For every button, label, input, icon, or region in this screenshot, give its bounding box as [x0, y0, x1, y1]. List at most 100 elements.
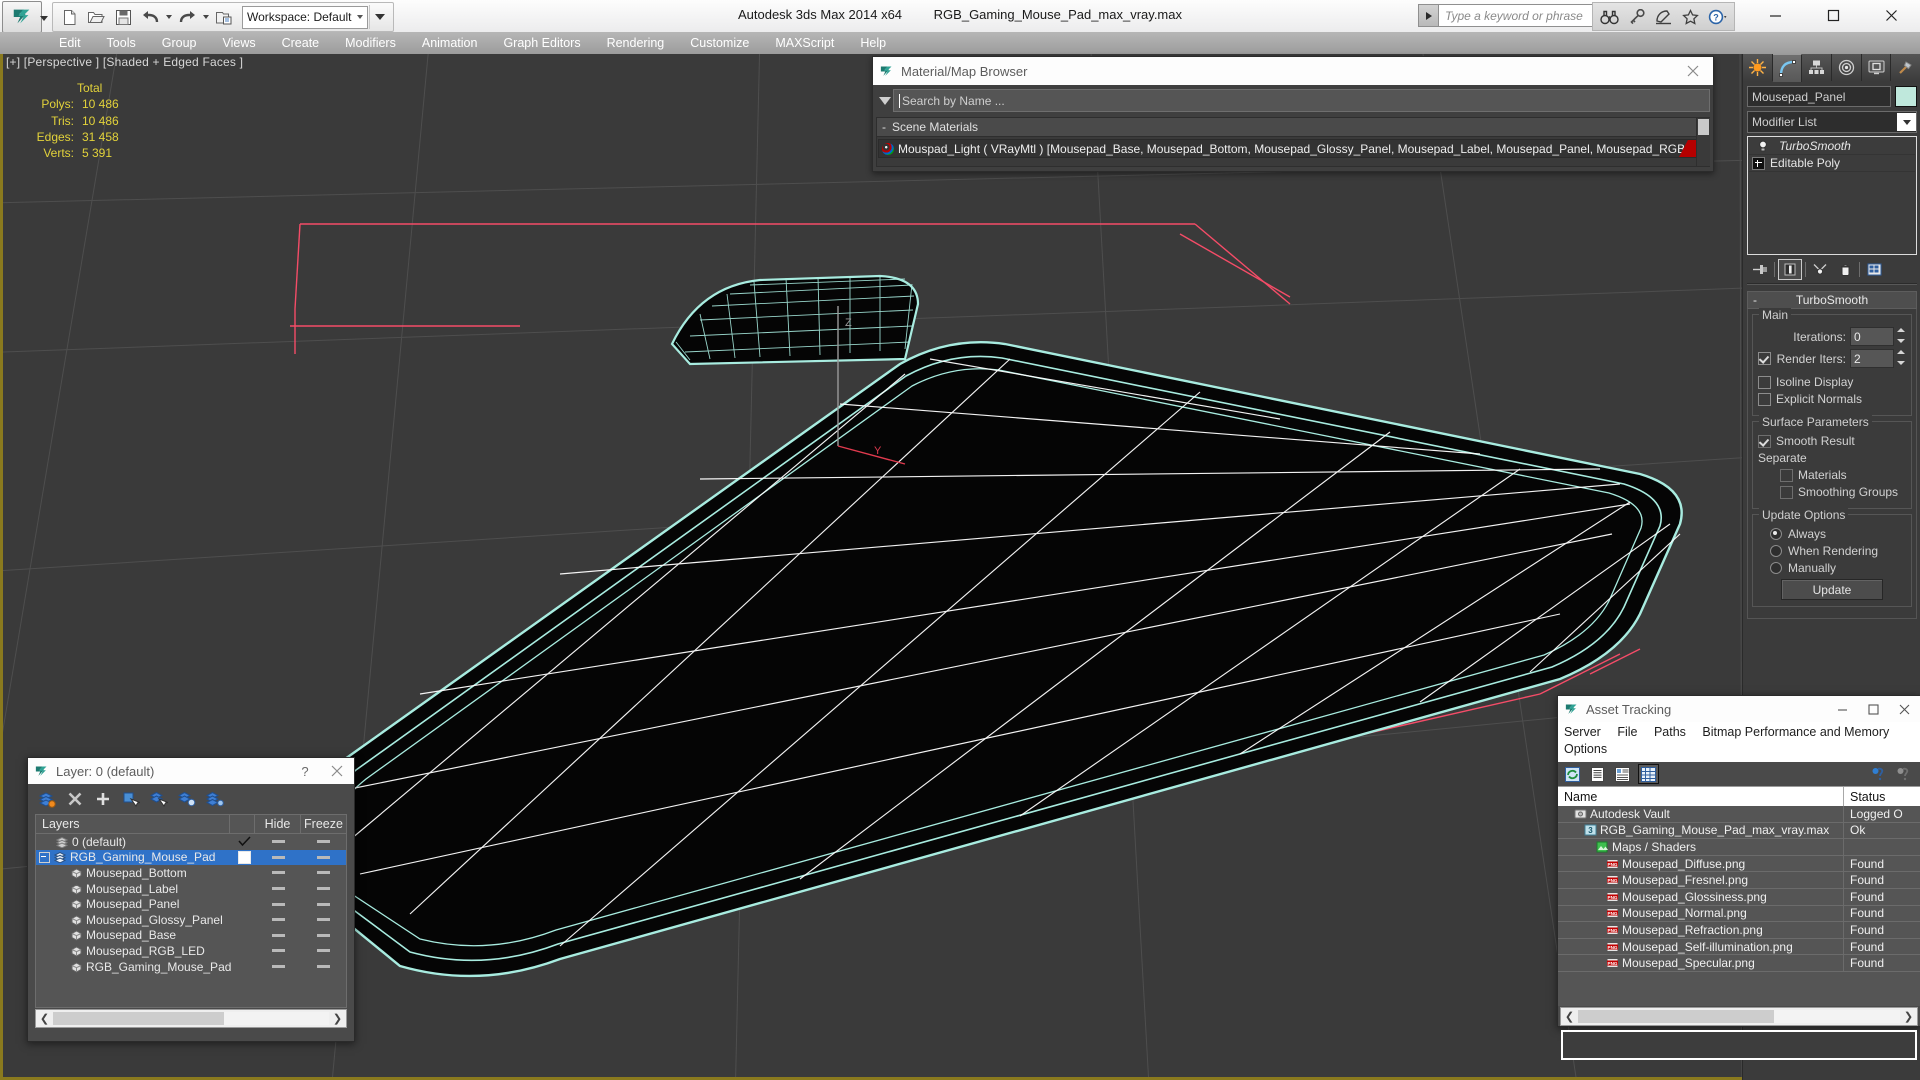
maximize-button[interactable] [1804, 0, 1862, 31]
application-menu-caret-icon[interactable] [40, 16, 48, 21]
help-question-icon[interactable]: ? [1705, 5, 1730, 28]
layer-hide-cell[interactable] [256, 918, 301, 922]
favorites-star-icon[interactable] [1678, 5, 1703, 28]
scroll-left-icon[interactable]: ❮ [1561, 1010, 1578, 1023]
refresh-icon[interactable] [1563, 765, 1582, 783]
remove-modifier-icon[interactable] [1834, 260, 1856, 279]
asset-tracking-dialog[interactable]: Asset Tracking Server File Paths Bitmap … [1557, 695, 1920, 1060]
layer-hide-cell[interactable] [256, 902, 301, 906]
iterations-spinner-buttons[interactable] [1895, 327, 1906, 344]
separate-smoothing-groups-checkbox[interactable] [1780, 485, 1793, 499]
scrollbar-thumb[interactable] [1578, 1010, 1775, 1023]
asset-tracking-titlebar[interactable]: Asset Tracking [1558, 696, 1920, 722]
list-item[interactable]: Mousepad_RGB_LED [36, 943, 346, 959]
material-list-item[interactable]: Mouspad_Light ( VRayMtl ) [Mousepad_Base… [878, 139, 1708, 158]
collapse-minus-icon[interactable] [39, 851, 50, 863]
grid-view-icon[interactable] [1638, 764, 1659, 784]
show-end-result-icon[interactable] [1778, 258, 1802, 280]
layer-hide-cell[interactable] [256, 933, 301, 937]
menu-item-help[interactable]: Help [847, 32, 899, 54]
layer-hide-cell[interactable] [256, 887, 301, 891]
scrollbar-track[interactable] [53, 1012, 329, 1025]
iterations-value[interactable]: 0 [1850, 327, 1894, 346]
table-row[interactable]: PNG Mousepad_Self-illumination.png Found [1558, 938, 1920, 956]
layer-list[interactable]: Layers Hide Freeze 0 (default) RGB_Gamin… [35, 814, 347, 1008]
at-menu-options[interactable]: Options [1564, 742, 1607, 756]
column-header-name[interactable]: Name [1558, 787, 1844, 806]
menu-item-rendering[interactable]: Rendering [594, 32, 678, 54]
search-dropdown-icon[interactable] [1418, 4, 1438, 27]
set-project-folder-icon[interactable] [211, 4, 237, 30]
scrollbar-track[interactable] [1578, 1010, 1900, 1023]
asset-tracking-rows[interactable]: Autodesk Vault Logged O 3 RGB_Gaming_Mou… [1558, 806, 1920, 1006]
open-file-icon[interactable] [83, 4, 109, 30]
list-view-icon[interactable] [1588, 765, 1607, 783]
update-always-radio[interactable] [1770, 528, 1782, 540]
iterations-spinner[interactable]: 0 [1850, 327, 1906, 346]
current-layer-checkbox[interactable] [237, 850, 251, 864]
layer-properties-icon[interactable] [204, 789, 225, 810]
layer-hide-cell[interactable] [256, 949, 301, 953]
satellite-dish-icon[interactable] [1651, 5, 1676, 28]
column-header-layers[interactable]: Layers [36, 815, 229, 833]
application-menu-button[interactable] [2, 1, 42, 33]
table-row[interactable]: PNG Mousepad_Glossiness.png Found [1558, 888, 1920, 906]
menu-item-create[interactable]: Create [269, 32, 333, 54]
list-item[interactable]: Mousepad_Glossy_Panel [36, 912, 346, 928]
list-item[interactable]: Mousepad_Base [36, 928, 346, 944]
layer-freeze-cell[interactable] [301, 965, 346, 969]
scroll-left-icon[interactable]: ❮ [36, 1012, 53, 1025]
material-map-browser-dialog[interactable]: Material/Map Browser Search by Name ... … [872, 56, 1714, 172]
update-when-rendering-radio[interactable] [1770, 545, 1782, 557]
layer-freeze-cell[interactable] [301, 902, 346, 906]
material-map-browser-close-button[interactable] [1679, 59, 1707, 83]
object-color-swatch[interactable] [1895, 86, 1917, 107]
modifier-stack-item-turbosmooth[interactable]: TurboSmooth [1749, 138, 1915, 155]
layer-hide-cell[interactable] [256, 855, 301, 859]
list-item[interactable]: Mousepad_Bottom [36, 865, 346, 881]
set-current-layer-icon[interactable] [176, 789, 197, 810]
minimize-button[interactable] [1827, 696, 1858, 722]
redo-dropdown-caret-icon[interactable] [201, 5, 210, 29]
asset-tracking-horizontal-scrollbar[interactable]: ❮ ❯ [1560, 1007, 1918, 1026]
render-iters-checkbox[interactable] [1758, 352, 1771, 365]
help-remove-icon[interactable] [1896, 765, 1915, 783]
detail-view-icon[interactable] [1613, 765, 1632, 783]
workspace-dropdown-button[interactable] [369, 5, 390, 29]
rollout-collapse-icon[interactable]: - [1753, 293, 1757, 307]
smooth-result-row[interactable]: Smooth Result [1758, 434, 1906, 448]
modify-tab[interactable] [1772, 54, 1803, 82]
filter-dropdown-icon[interactable] [876, 89, 893, 112]
highlight-selected-objects-layer-icon[interactable] [148, 789, 169, 810]
material-search-input[interactable]: Search by Name ... [893, 89, 1710, 112]
isoline-display-row[interactable]: Isoline Display [1758, 375, 1906, 389]
minimize-button[interactable] [1746, 0, 1804, 31]
layer-dialog-help-button[interactable]: ? [290, 764, 320, 779]
material-list-scrollbar[interactable] [1696, 118, 1710, 166]
list-item[interactable]: 0 (default) [36, 834, 346, 850]
menu-item-maxscript[interactable]: MAXScript [762, 32, 847, 54]
maximize-button[interactable] [1858, 696, 1889, 722]
layer-hide-cell[interactable] [256, 871, 301, 875]
separate-materials-checkbox[interactable] [1780, 468, 1793, 482]
list-item[interactable]: Mousepad_Label [36, 881, 346, 897]
layer-current-cell[interactable] [232, 850, 256, 864]
new-file-icon[interactable] [56, 4, 82, 30]
update-option-always[interactable]: Always [1758, 527, 1906, 541]
layer-current-cell[interactable] [232, 836, 256, 847]
menu-item-tools[interactable]: Tools [94, 32, 149, 54]
layer-hide-cell[interactable] [256, 840, 301, 844]
search-binoculars-icon[interactable] [1597, 5, 1622, 28]
expand-plus-icon[interactable] [1752, 156, 1765, 170]
update-option-when-rendering[interactable]: When Rendering [1758, 544, 1906, 558]
motion-tab[interactable] [1832, 54, 1862, 81]
pin-stack-icon[interactable] [1749, 260, 1771, 279]
layer-freeze-cell[interactable] [301, 887, 346, 891]
list-item[interactable]: RGB_Gaming_Mouse_Pad [36, 849, 346, 866]
layer-hide-cell[interactable] [256, 965, 301, 969]
hierarchy-tab[interactable] [1802, 54, 1833, 81]
render-iters-spinner-buttons[interactable] [1895, 349, 1906, 366]
key-icon[interactable] [1624, 5, 1649, 28]
configure-modifier-sets-icon[interactable] [1863, 260, 1885, 279]
table-row[interactable]: PNG Mousepad_Diffuse.png Found [1558, 855, 1920, 873]
